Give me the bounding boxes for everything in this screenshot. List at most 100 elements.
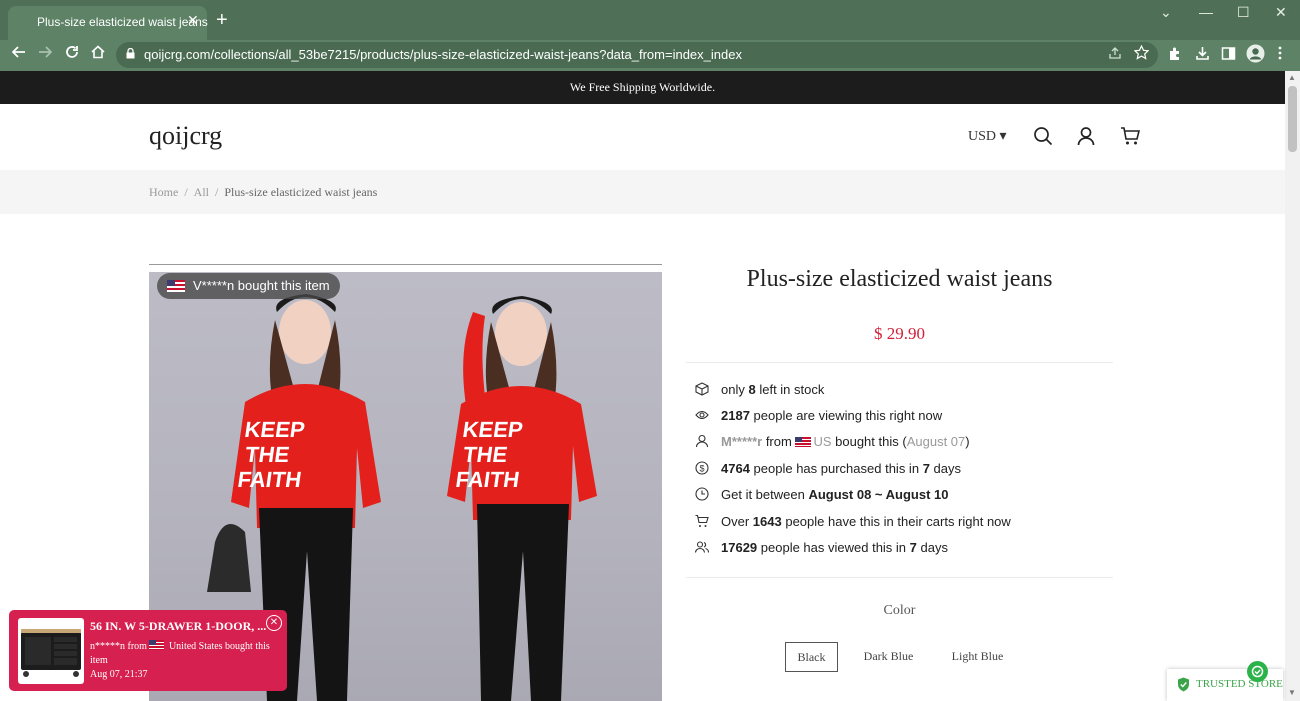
eye-icon — [695, 410, 709, 420]
maximize-button[interactable]: ☐ — [1237, 4, 1250, 21]
viewing-text: people are viewing this right now — [753, 408, 943, 423]
cart-small-icon — [695, 514, 709, 527]
account-icon[interactable] — [1076, 126, 1096, 146]
notification-close-icon[interactable]: ✕ — [266, 615, 282, 631]
shield-check-icon — [1178, 677, 1189, 692]
buyer-date: August 07 — [906, 434, 966, 449]
purchased-post: days — [933, 461, 962, 476]
svg-text:FAITH: FAITH — [454, 467, 521, 492]
viewed-days: 7 — [909, 540, 917, 555]
notification-location: United States bought this — [168, 641, 270, 652]
sales-notification-popup[interactable]: 56 IN. W 5-DRAWER 1-DOOR, ... n*****n fr… — [9, 610, 287, 691]
bookmark-star-icon[interactable] — [1133, 44, 1150, 63]
carts-post: people have this in their carts right no… — [785, 514, 1011, 529]
notification-buyer: n*****n from — [90, 641, 147, 652]
profile-avatar-icon[interactable] — [1246, 44, 1265, 66]
user-icon — [695, 434, 709, 448]
carts-pre: Over — [721, 514, 750, 529]
stock-post: left in stock — [759, 382, 825, 397]
viewing-count: 2187 — [721, 408, 750, 423]
users-icon — [695, 541, 709, 553]
tab-title: Plus-size elasticized waist jeans — [37, 15, 208, 29]
notification-buyer-line: n*****n from United States bought this — [90, 640, 280, 654]
buyer-name: M*****r — [721, 434, 763, 449]
us-flag-icon — [149, 640, 165, 650]
stock-pre: only — [721, 382, 745, 397]
breadcrumb-separator: / — [184, 185, 188, 199]
reload-icon[interactable] — [65, 45, 79, 63]
product-price: $ 29.90 — [874, 324, 925, 343]
buyer-from: from — [765, 434, 792, 449]
search-icon[interactable] — [1033, 126, 1053, 146]
buyer-country: US — [813, 434, 832, 449]
page-scrollbar[interactable]: ▲ ▼ — [1285, 71, 1300, 701]
delivery-range: August 08 ~ August 10 — [808, 487, 949, 502]
store-logo[interactable]: qoijcrg — [149, 121, 222, 151]
buyer-date-close: ) — [965, 434, 970, 449]
buyer-bought: bought this — [835, 434, 899, 449]
window-close-button[interactable]: ✕ — [1275, 4, 1287, 21]
svg-text:KEEP: KEEP — [243, 417, 306, 442]
svg-text:$: $ — [699, 464, 704, 474]
recent-purchase-text: V*****n bought this item — [193, 278, 330, 293]
carts-count: 1643 — [752, 514, 782, 529]
notification-time: Aug 07, 21:37 — [90, 669, 148, 680]
notification-product-image[interactable] — [18, 618, 84, 684]
svg-text:KEEP: KEEP — [461, 417, 524, 442]
notification-line2: item — [90, 655, 108, 666]
tab-search-icon[interactable]: ⌄ — [1160, 4, 1172, 21]
trusted-chat-icon[interactable] — [1247, 661, 1268, 682]
notification-title[interactable]: 56 IN. W 5-DRAWER 1-DOOR, ... — [90, 619, 266, 634]
address-bar[interactable]: qoijcrg.com/collections/all_53be7215/pro… — [116, 42, 1158, 68]
trusted-store-label: TRUSTED STORE — [1196, 678, 1283, 690]
side-panel-icon[interactable] — [1221, 46, 1236, 64]
scroll-down-icon[interactable]: ▼ — [1288, 688, 1296, 697]
menu-kebab-icon[interactable] — [1278, 46, 1282, 63]
breadcrumb-bar: Home / All / Plus-size elasticized waist jea… — [0, 170, 1285, 214]
svg-text:FAITH: FAITH — [236, 467, 303, 492]
breadcrumb-separator: / — [215, 185, 219, 199]
clock-icon — [695, 487, 709, 501]
breadcrumb-all[interactable]: All — [194, 185, 209, 199]
purchased-days: 7 — [922, 461, 930, 476]
scrollbar-thumb[interactable] — [1288, 86, 1297, 152]
dollar-circle-icon: $ — [695, 461, 709, 475]
svg-text:THE: THE — [244, 442, 291, 467]
home-icon[interactable] — [91, 45, 105, 63]
us-flag-icon — [167, 280, 185, 292]
color-option-dark-blue[interactable]: Dark Blue — [856, 642, 921, 672]
announcement-bar: We Free Shipping Worldwide. — [0, 71, 1285, 104]
url-text: qoijcrg.com/collections/all_53be7215/pro… — [144, 47, 742, 62]
box-icon — [695, 382, 709, 396]
back-icon[interactable] — [11, 45, 26, 63]
tab-close-icon[interactable]: ✕ — [187, 12, 199, 29]
color-option-label: Color — [883, 603, 916, 618]
browser-tab[interactable]: Plus-size elasticized waist jeans ✕ — [8, 6, 208, 40]
color-option-light-blue[interactable]: Light Blue — [943, 642, 1012, 672]
recent-purchase-badge: V*****n bought this item — [157, 273, 340, 299]
lock-icon — [126, 48, 135, 59]
purchased-count: 4764 — [721, 461, 750, 476]
viewed-count: 17629 — [721, 540, 758, 555]
share-icon[interactable] — [1108, 46, 1122, 63]
viewed-mid: people has viewed this in — [760, 540, 907, 555]
breadcrumb-home[interactable]: Home — [149, 185, 178, 199]
info-divider — [686, 362, 1113, 363]
purchased-mid: people has purchased this in — [753, 461, 920, 476]
forward-icon[interactable] — [38, 45, 53, 63]
new-tab-button[interactable]: + — [216, 10, 228, 30]
us-flag-icon — [795, 437, 812, 447]
breadcrumb-current: Plus-size elasticized waist jeans — [224, 185, 378, 199]
extensions-icon[interactable] — [1168, 46, 1183, 64]
browser-tab-strip: Plus-size elasticized waist jeans ✕ + ⌄ … — [0, 0, 1300, 40]
download-icon[interactable] — [1195, 46, 1210, 64]
scroll-up-icon[interactable]: ▲ — [1288, 73, 1296, 82]
currency-selector[interactable]: USD ▾ — [968, 128, 1007, 145]
color-option-black[interactable]: Black — [785, 642, 838, 672]
viewed-post: days — [920, 540, 948, 555]
cart-icon[interactable] — [1120, 126, 1140, 146]
minimize-button[interactable]: — — [1199, 4, 1213, 20]
gallery-divider — [149, 264, 662, 265]
announcement-text: We Free Shipping Worldwide. — [569, 80, 716, 94]
svg-text:THE: THE — [462, 442, 509, 467]
